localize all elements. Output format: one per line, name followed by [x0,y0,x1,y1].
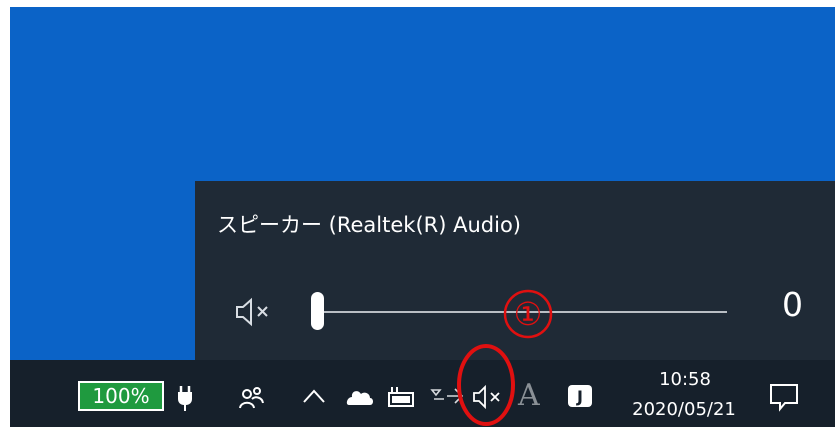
volume-slider-thumb[interactable] [311,292,324,330]
app-j-icon[interactable]: J [568,385,592,407]
volume-value: 0 [782,285,803,324]
app-j-label: J [577,386,583,406]
clock-time[interactable]: 10:58 [655,369,715,390]
notification-icon[interactable] [768,382,800,412]
annotation-number-circle: ① [503,289,553,339]
volume-flyout: スピーカー (Realtek(R) Audio) 0 ① [195,181,835,360]
battery-manager-icon[interactable] [386,385,418,409]
ime-mode-icon[interactable]: A [518,378,540,413]
power-plug-icon [178,386,192,411]
onedrive-cloud-icon[interactable] [343,388,375,406]
chevron-up-icon[interactable] [302,387,326,405]
battery-indicator[interactable]: 100% [78,381,164,411]
audio-device-name: スピーカー (Realtek(R) Audio) [217,213,521,237]
speaker-muted-icon[interactable] [235,296,275,328]
annotation-circle [457,344,515,426]
clock-date[interactable]: 2020/05/21 [624,399,744,420]
taskbar: 100% A J 10:58 2020/05/21 [10,344,835,427]
people-icon[interactable] [237,384,267,412]
annotation-number: ① [514,295,543,333]
battery-percent: 100% [92,384,150,408]
